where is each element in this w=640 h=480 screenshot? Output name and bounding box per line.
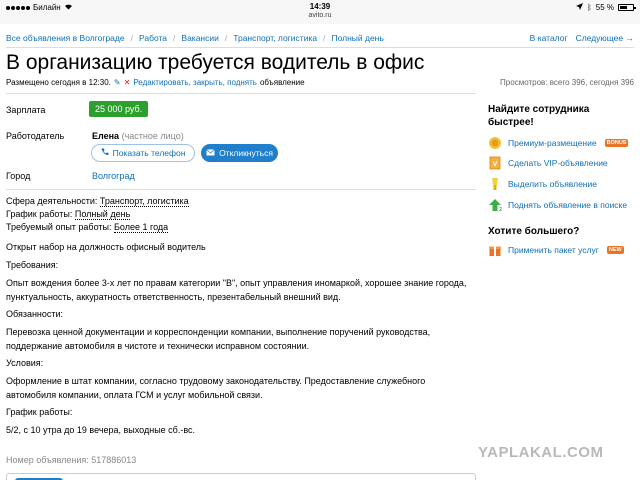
requirements-text: Опыт вождения более 3-х лет по правам ка… xyxy=(6,278,467,302)
catalog-link[interactable]: В каталог xyxy=(530,33,568,43)
battery-icon xyxy=(618,4,636,11)
param-schedule-value: Полный день xyxy=(74,209,131,220)
breadcrumb-vacancies[interactable]: Вакансии xyxy=(181,33,218,43)
sidebar-find-title-line1: Найдите сотрудника xyxy=(488,104,590,115)
show-phone-label: Показать телефон xyxy=(112,148,186,158)
duties-text: Перевозка ценной документации и корреспо… xyxy=(6,327,431,351)
posted-info: Размещено сегодня в 12:30. ✎ ✕ Редактиро… xyxy=(6,78,305,87)
param-experience-label: Требуемый опыт работы: xyxy=(6,222,112,232)
description-intro: Открыт набор на должность офисный водите… xyxy=(6,242,206,252)
vip-label: Сделать VIP-объявление xyxy=(508,158,608,168)
breadcrumb-full-day[interactable]: Полный день xyxy=(331,33,383,43)
watermark: YAPLAKAL.COM xyxy=(478,444,604,461)
phone-icon xyxy=(101,148,109,158)
svg-text:V: V xyxy=(493,161,498,168)
param-schedule-label: График работы: xyxy=(6,209,73,219)
raise-label: Поднять объявление в поиске xyxy=(508,200,628,210)
view-count: Просмотров: всего 396, сегодня 396 xyxy=(500,78,634,87)
schedule-text: 5/2, с 10 утра до 19 вечера, выходные сб… xyxy=(6,425,196,435)
salary-value: 25 000 руб. xyxy=(89,101,149,117)
param-schedule: График работы: Полный день xyxy=(6,209,131,220)
conditions-text: Оформление в штат компании, согласно тру… xyxy=(6,376,426,400)
employer-label: Работодатель xyxy=(6,131,65,141)
employer-name: Елена (частное лицо) xyxy=(92,131,184,141)
divider xyxy=(6,189,476,190)
clock: 14:39 xyxy=(309,2,331,11)
sidebar-find-title-line2: быстрее! xyxy=(488,117,534,128)
requirements-title: Требования: xyxy=(6,260,59,270)
bluetooth-icon: ᛒ xyxy=(586,3,592,12)
vip-icon: V xyxy=(488,156,502,170)
param-experience-value: Более 1 года xyxy=(114,222,169,233)
address-bar-url[interactable]: avito.ru xyxy=(0,12,640,19)
battery-percent: 55 % xyxy=(595,3,614,12)
sidebar-item-raise[interactable]: 2 Поднять объявление в поиске xyxy=(488,197,627,213)
breadcrumb-all-ads[interactable]: Все объявления в Волгограде xyxy=(6,33,125,43)
raise-arrow-icon: 2 xyxy=(488,198,502,213)
param-experience: Требуемый опыт работы: Более 1 года xyxy=(6,222,169,233)
new-badge: NEW xyxy=(606,246,624,254)
page-title: В организацию требуется водитель в офис xyxy=(6,51,425,74)
breadcrumb-separator: / xyxy=(323,33,326,43)
param-sphere: Сфера деятельности: Транспорт, логистика xyxy=(6,196,189,207)
divider xyxy=(6,93,476,94)
pencil-icon[interactable]: ✎ xyxy=(114,78,121,87)
sidebar-find-title: Найдите сотрудника быстрее! xyxy=(488,103,589,129)
edit-ad-suffix: объявление xyxy=(259,78,305,87)
salary-label: Зарплата xyxy=(6,105,46,115)
edit-ad-link[interactable]: Редактировать, закрыть, поднять xyxy=(133,78,257,87)
breadcrumb-work[interactable]: Работа xyxy=(139,33,167,43)
reply-button[interactable]: Откликнуться xyxy=(201,144,278,162)
sidebar-item-package[interactable]: Применить пакет услуг NEW xyxy=(488,242,624,258)
breadcrumb-separator: / xyxy=(130,33,133,43)
location-arrow-icon xyxy=(575,3,583,12)
svg-text:2: 2 xyxy=(499,207,502,212)
next-ad-link[interactable]: Следующее → xyxy=(576,33,634,43)
posted-time: Размещено сегодня в 12:30. xyxy=(6,78,111,87)
city-label: Город xyxy=(6,171,31,181)
breadcrumb: Все объявления в Волгограде / Работа / В… xyxy=(6,33,384,43)
sidebar-item-premium[interactable]: Премиум-размещение BONUS xyxy=(488,135,629,151)
ad-number: Номер объявления: 517886013 xyxy=(6,455,137,465)
envelope-icon xyxy=(206,148,215,158)
highlighter-icon xyxy=(488,177,502,191)
contact-bar[interactable] xyxy=(6,473,476,480)
schedule-title: График работы: xyxy=(6,407,73,417)
breadcrumb-transport[interactable]: Транспорт, логистика xyxy=(233,33,317,43)
city-value[interactable]: Волгоград xyxy=(92,171,135,181)
gift-box-icon xyxy=(488,243,502,257)
ios-status-bar: Билайн 14:39 avito.ru ᛒ 55 % xyxy=(0,0,640,24)
sidebar-item-vip[interactable]: V Сделать VIP-объявление xyxy=(488,155,608,171)
sidebar-more-title: Хотите большего? xyxy=(488,226,580,237)
duties-title: Обязанности: xyxy=(6,309,64,319)
show-phone-button[interactable]: Показать телефон xyxy=(91,144,195,162)
conditions-title: Условия: xyxy=(6,358,44,368)
close-icon[interactable]: ✕ xyxy=(124,78,131,87)
divider xyxy=(6,47,634,48)
breadcrumb-separator: / xyxy=(173,33,176,43)
param-sphere-label: Сфера деятельности: xyxy=(6,196,98,206)
reply-label: Откликнуться xyxy=(219,148,273,158)
employer-type: (частное лицо) xyxy=(121,131,184,141)
package-label: Применить пакет услуг xyxy=(508,245,599,255)
employer-first-name: Елена xyxy=(92,131,120,141)
battery-info: ᛒ 55 % xyxy=(575,3,636,12)
premium-label: Премиум-размещение xyxy=(508,138,597,148)
breadcrumb-separator: / xyxy=(224,33,228,43)
premium-icon xyxy=(488,136,502,150)
breadcrumb-nav: В каталог Следующее → xyxy=(530,33,634,43)
param-sphere-value: Транспорт, логистика xyxy=(99,196,189,207)
sidebar-item-highlight[interactable]: Выделить объявление xyxy=(488,176,597,192)
bonus-badge: BONUS xyxy=(604,139,629,147)
highlight-label: Выделить объявление xyxy=(508,179,597,189)
